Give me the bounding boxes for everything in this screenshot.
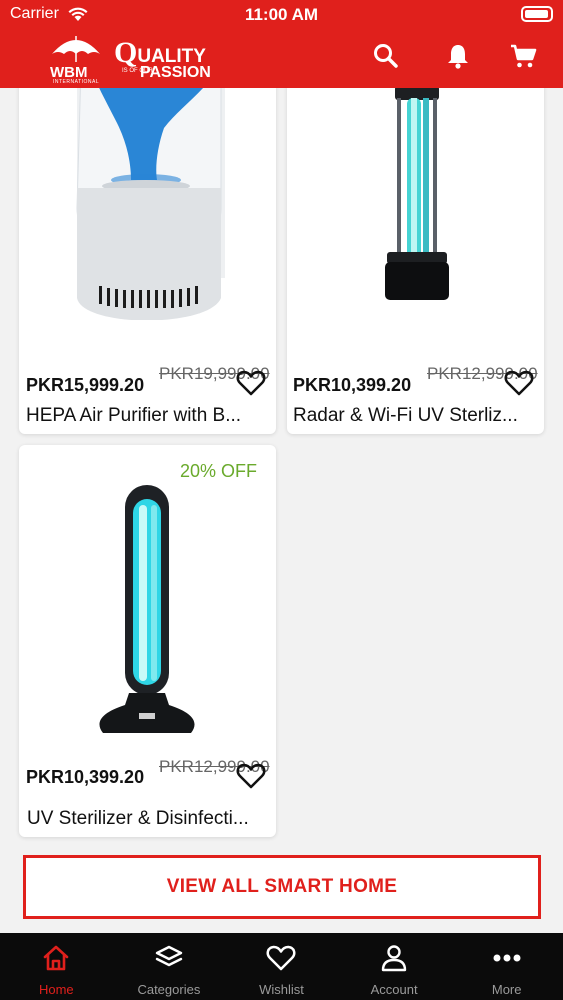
product-old-price: PKR12,999.00 [159,757,270,776]
product-price: PKR10,399.20 [26,767,145,787]
search-icon[interactable] [372,42,400,70]
product-name: UV Sterilizer & Disinfecti... [27,808,249,829]
tab-more[interactable]: More [450,933,563,1000]
bottom-tab-bar: Home Categories Wishlist Account More [0,933,563,1000]
product-old-price: PKR19,999.00 [159,364,270,383]
tab-account[interactable]: Account [338,933,451,1000]
air-purifier-image [76,88,225,320]
tab-label: Wishlist [259,982,304,997]
tagline-q: Q [114,36,138,69]
heart-icon[interactable] [236,762,266,790]
tab-label: Account [370,982,418,997]
product-old-price: PKR12,999.00 [427,364,538,383]
app-header: Carrier 11:00 AM WBM INTERNATIONAL QUALI… [0,0,563,88]
more-icon [493,954,521,962]
tagline-passion: PASSION [140,64,211,81]
product-price: PKR10,399.20 [293,375,412,395]
tab-home[interactable]: Home [0,933,113,1000]
product-card[interactable]: 20% OFF PKR10,399.20 PKR12,999.00 UV Ste… [19,445,276,837]
product-price: PKR15,999.20 [26,375,145,395]
status-time: 11:00 AM [244,5,319,24]
tab-wishlist[interactable]: Wishlist [225,933,338,1000]
heart-icon[interactable] [504,369,534,397]
status-bar: Carrier 11:00 AM [0,0,563,30]
product-list: PKR15,999.20 PKR19,999.00 HEPA Air Purif… [0,88,563,933]
bell-icon[interactable] [444,42,472,70]
product-name: Radar & Wi-Fi UV Sterliz... [293,405,518,426]
layers-icon [155,945,183,967]
product-card[interactable]: PKR15,999.20 PKR19,999.00 HEPA Air Purif… [19,88,276,434]
heart-icon [267,945,296,971]
home-icon [43,945,69,971]
app-screen: Carrier 11:00 AM WBM INTERNATIONAL QUALI… [0,0,563,1000]
cart-icon[interactable] [509,42,537,70]
tab-label: Categories [137,982,201,997]
logo-subtitle: INTERNATIONAL [53,79,100,85]
heart-icon[interactable] [236,369,266,397]
tab-categories[interactable]: Categories [113,933,226,1000]
view-all-smart-home-button[interactable]: VIEW ALL SMART HOME [23,855,541,919]
tab-label: Home [38,982,74,997]
product-card[interactable]: PKR10,399.20 PKR12,999.00 Radar & Wi-Fi … [287,88,544,434]
brand-tagline: QUALITY IS OF OUR PASSION [114,36,211,82]
tab-label: More [491,982,522,997]
product-name: HEPA Air Purifier with B... [26,405,242,426]
user-icon [381,945,407,972]
uv-sterilizer-tower-image [99,485,195,733]
uv-sterilizer-lamp-image [385,88,449,300]
battery-icon [521,6,553,22]
